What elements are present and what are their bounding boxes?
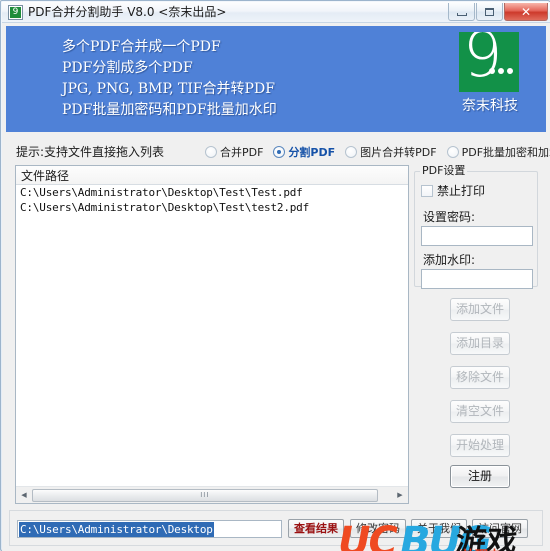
scroll-left-icon[interactable]: ◀ <box>16 487 32 503</box>
scrollbar-thumb[interactable]: III <box>32 488 378 502</box>
bottom-bar: C:\Users\Administrator\Desktop 查看结果 修改密码… <box>9 510 543 546</box>
radio-label: PDF批量加密和加水印 <box>461 146 550 159</box>
start-process-button[interactable]: 开始处理 <box>450 434 510 457</box>
clear-files-button[interactable]: 清空文件 <box>450 400 510 423</box>
radio-icon <box>345 146 358 158</box>
add-folder-button[interactable]: 添加目录 <box>450 332 510 355</box>
window-title: PDF合并分割助手 V8.0 <奈末出品> <box>28 5 227 19</box>
app-icon-letter: 9 <box>10 7 21 18</box>
pdf-settings-title: PDF设置 <box>420 164 468 177</box>
client-area: 多个PDF合并成一个PDF PDF分割成多个PDF JPG, PNG, BMP,… <box>2 23 550 551</box>
grip-icon: III <box>200 491 210 499</box>
window-controls: ✕ <box>448 3 548 22</box>
minimize-icon <box>449 3 474 20</box>
minimize-button[interactable] <box>448 3 475 21</box>
view-result-button[interactable]: 查看结果 <box>288 519 344 538</box>
radio-icon <box>205 146 217 158</box>
checkbox-icon <box>421 184 433 197</box>
about-us-button[interactable]: 关于我们 <box>411 519 467 538</box>
radio-batch-encrypt-watermark[interactable]: PDF批量加密和加水印 <box>446 144 550 160</box>
radio-label: 分割PDF <box>288 146 336 159</box>
file-list-header: 文件路径 <box>16 166 408 185</box>
register-button[interactable]: 注册 <box>450 465 510 488</box>
close-button[interactable]: ✕ <box>504 3 548 21</box>
brand-name: 奈末科技 <box>462 98 518 114</box>
radio-images-to-pdf[interactable]: 图片合并转PDF <box>345 144 437 160</box>
radio-merge-pdf[interactable]: 合并PDF <box>205 144 263 160</box>
app-icon: 9 <box>8 5 23 20</box>
logo-dots-icon <box>489 68 513 74</box>
maximize-icon <box>477 3 502 20</box>
radio-label: 合并PDF <box>220 146 264 159</box>
banner-feature-list: 多个PDF合并成一个PDF PDF分割成多个PDF JPG, PNG, BMP,… <box>62 37 277 121</box>
password-input[interactable] <box>421 226 533 246</box>
file-list-body[interactable]: C:\Users\Administrator\Desktop\Test\Test… <box>16 185 408 486</box>
banner-line: PDF批量加密码和PDF批量加水印 <box>62 102 277 118</box>
close-icon: ✕ <box>520 4 532 19</box>
title-bar: 9 PDF合并分割助手 V8.0 <奈末出品> ✕ <box>2 2 550 23</box>
banner-line: PDF分割成多个PDF <box>62 60 193 76</box>
scrollbar-track[interactable]: III <box>32 488 392 503</box>
scroll-right-icon[interactable]: ▶ <box>392 487 408 503</box>
window-frame: 9 PDF合并分割助手 V8.0 <奈末出品> ✕ 多个PDF合并成一个PDF … <box>0 0 550 551</box>
column-header-path: 文件路径 <box>21 169 70 183</box>
list-item[interactable]: C:\Users\Administrator\Desktop\Test\test… <box>16 200 408 215</box>
radio-label: 图片合并转PDF <box>360 146 437 159</box>
pdf-settings-group: PDF设置 禁止打印 设置密码: 添加水印: <box>414 165 538 289</box>
banner-line: JPG, PNG, BMP, TIF合并转PDF <box>62 81 275 97</box>
password-label: 设置密码: <box>423 210 476 224</box>
maximize-button[interactable] <box>476 3 503 21</box>
no-print-label: 禁止打印 <box>437 184 486 198</box>
application-window: 9 PDF合并分割助手 V8.0 <奈末出品> ✕ 多个PDF合并成一个PDF … <box>0 0 550 551</box>
list-item[interactable]: C:\Users\Administrator\Desktop\Test\Test… <box>16 185 408 200</box>
brand-logo: 9 <box>459 32 519 92</box>
output-path-value: C:\Users\Administrator\Desktop <box>19 522 214 537</box>
radio-icon-selected <box>273 146 286 158</box>
file-list[interactable]: 文件路径 C:\Users\Administrator\Desktop\Test… <box>15 165 409 504</box>
mode-radio-group: 合并PDF 分割PDF 图片合并转PDF PDF批量加密和加水印 <box>205 144 550 160</box>
output-path-input[interactable]: C:\Users\Administrator\Desktop <box>17 520 282 538</box>
add-file-button[interactable]: 添加文件 <box>450 298 510 321</box>
no-print-checkbox[interactable]: 禁止打印 <box>421 182 485 199</box>
radio-icon <box>446 146 459 158</box>
remove-file-button[interactable]: 移除文件 <box>450 366 510 389</box>
drag-drop-hint: 提示:支持文件直接拖入列表 <box>16 145 165 159</box>
watermark-input[interactable] <box>421 269 533 289</box>
watermark-label: 添加水印: <box>423 253 476 267</box>
logo-digit: 9 <box>463 32 503 91</box>
horizontal-scrollbar[interactable]: ◀ III ▶ <box>16 486 408 503</box>
modify-password-button[interactable]: 修改密码 <box>350 519 406 538</box>
banner-line: 多个PDF合并成一个PDF <box>62 39 221 55</box>
visit-site-button[interactable]: 访问官网 <box>472 519 528 538</box>
radio-split-pdf[interactable]: 分割PDF <box>273 144 335 160</box>
